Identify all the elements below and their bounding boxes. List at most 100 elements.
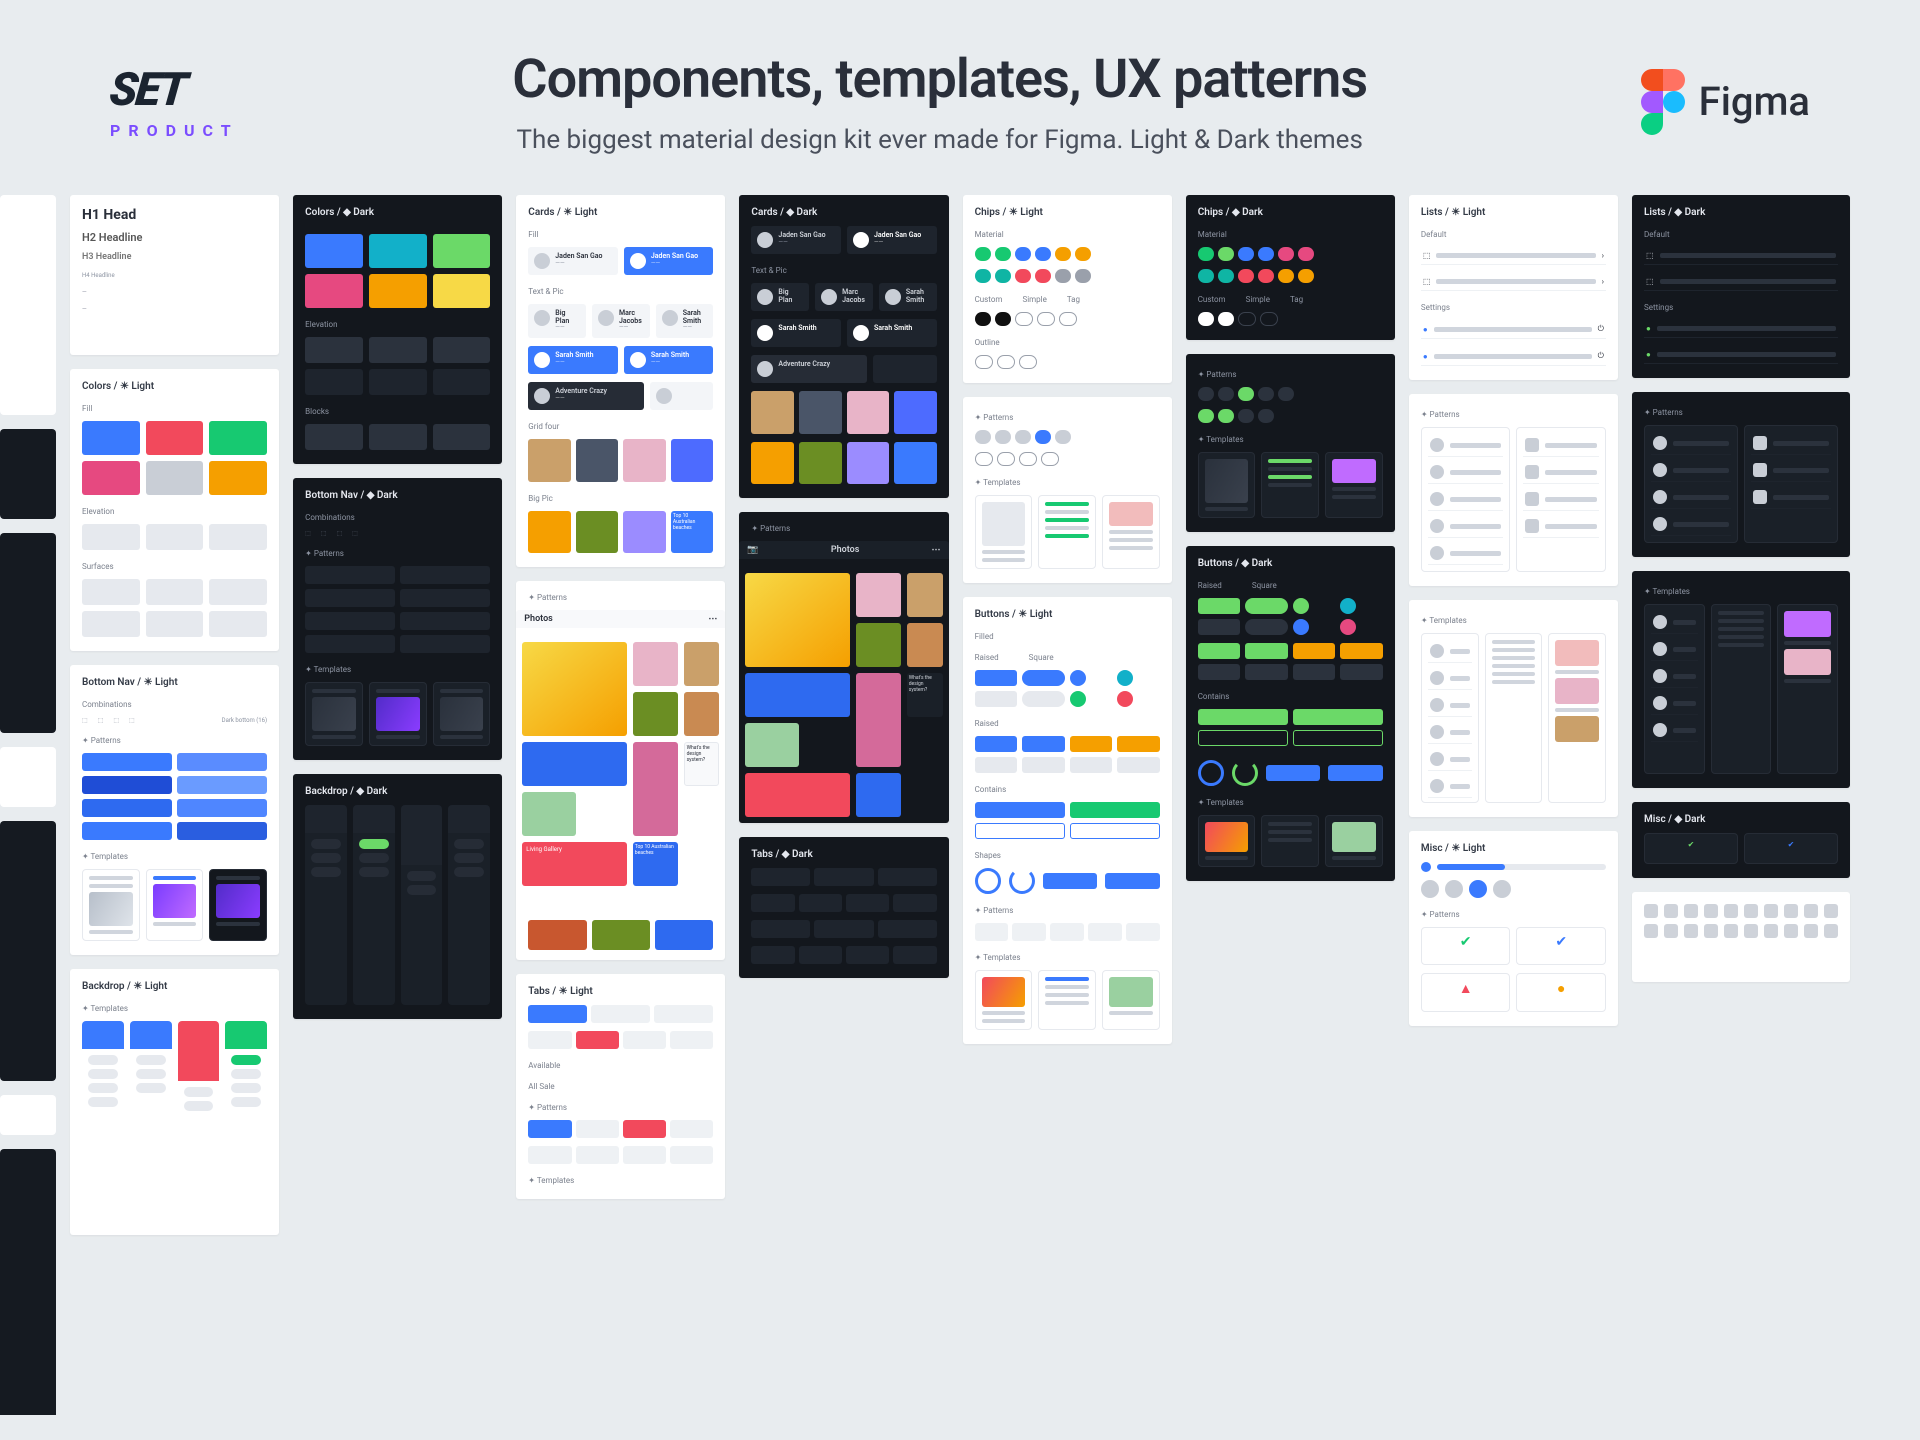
thumb[interactable] [528,511,571,554]
chip[interactable] [995,247,1011,261]
chip[interactable] [1278,247,1294,261]
button[interactable] [975,823,1065,839]
button[interactable] [1070,802,1160,818]
photo-tile[interactable] [745,723,799,767]
photo-tile[interactable] [745,773,850,817]
tab[interactable] [846,894,889,912]
chip[interactable] [1258,409,1274,423]
template-card[interactable] [146,869,204,941]
chip[interactable] [1218,269,1234,283]
chip[interactable] [1238,387,1254,401]
tab[interactable] [878,920,937,938]
chip[interactable] [1055,247,1071,261]
list-item[interactable]: ⬚› [1421,273,1606,291]
chip[interactable] [1238,312,1256,326]
tab[interactable] [670,1146,713,1164]
chip[interactable] [1055,269,1071,283]
button[interactable] [1245,643,1288,659]
button[interactable] [1198,619,1241,635]
collection-tile[interactable] [528,920,586,950]
seg[interactable] [1050,923,1084,941]
card[interactable]: Sarah Smith—— [656,304,714,338]
chip[interactable] [975,269,991,283]
tab[interactable] [528,1146,571,1164]
photo-tile[interactable] [745,673,850,717]
tab[interactable] [751,920,810,938]
card[interactable]: Sarah Smith [751,319,841,347]
seg[interactable] [1012,923,1046,941]
fab-button[interactable] [1293,619,1309,635]
template-card[interactable] [305,682,363,746]
tab[interactable] [670,1120,713,1138]
dialog-card[interactable]: ✔ [1516,927,1606,965]
thumb[interactable] [623,511,666,554]
button[interactable] [1117,757,1160,773]
template-card[interactable] [1038,970,1096,1030]
seg[interactable] [1126,923,1160,941]
contacts-card[interactable] [1644,604,1705,774]
bottom-nav[interactable] [82,753,172,771]
chip[interactable] [995,312,1011,326]
chip[interactable] [997,355,1015,369]
chip[interactable] [1198,409,1214,423]
tab[interactable] [623,1146,666,1164]
list-card[interactable] [1516,427,1606,572]
tab[interactable] [814,868,873,886]
card[interactable]: Adventure Crazy—— [528,382,643,410]
feed-card[interactable] [1548,633,1606,803]
photo-tile[interactable] [633,642,678,686]
bottom-nav[interactable] [305,612,395,630]
thumb[interactable] [671,439,714,482]
chip[interactable] [995,269,1011,283]
photo-tile[interactable]: Living Gallery [522,842,627,886]
thumb[interactable] [799,391,842,434]
chip[interactable] [1015,430,1031,444]
tab[interactable] [893,946,936,964]
template-card[interactable] [1102,970,1160,1030]
chip[interactable] [1238,409,1254,423]
button[interactable] [1328,765,1383,781]
button[interactable] [975,757,1018,773]
chip[interactable] [1035,269,1051,283]
tab[interactable] [878,868,937,886]
template-card[interactable] [1198,452,1256,518]
tab[interactable] [654,1005,713,1023]
chip[interactable] [1019,452,1037,466]
card[interactable]: Jaden San Gao—— [624,247,714,275]
chip[interactable] [1238,247,1254,261]
bottom-nav[interactable] [400,589,490,607]
thumb[interactable] [894,391,937,434]
bottom-nav[interactable] [305,589,395,607]
button[interactable] [1293,643,1336,659]
thumb[interactable] [623,439,666,482]
bottom-nav[interactable] [82,822,172,840]
photo-tile[interactable] [907,623,943,667]
button[interactable] [1198,598,1241,614]
tab[interactable] [528,1005,587,1023]
chip[interactable] [1278,269,1294,283]
button[interactable] [1245,664,1288,680]
bottom-nav[interactable] [305,635,395,653]
chip[interactable] [1035,430,1051,444]
chip[interactable] [1015,312,1033,326]
template-card[interactable] [209,869,267,941]
button[interactable] [1070,757,1113,773]
button[interactable] [1245,598,1288,614]
fab-button[interactable] [1340,598,1356,614]
photo-tile[interactable] [684,642,720,686]
bottom-nav[interactable] [82,776,172,794]
fab-button[interactable] [1117,691,1133,707]
list-card[interactable] [1644,425,1738,543]
chip[interactable] [1198,247,1214,261]
chip[interactable] [1041,452,1059,466]
fab-button[interactable] [1070,670,1086,686]
card[interactable]: Jaden San Gao—— [847,226,937,254]
button[interactable] [1293,730,1383,746]
button[interactable] [975,736,1018,752]
card[interactable] [873,355,937,383]
button[interactable] [1105,873,1160,889]
button[interactable] [1070,823,1160,839]
photo-tile[interactable] [907,573,943,617]
contacts-card[interactable] [1421,633,1479,803]
template-card[interactable] [1325,815,1383,867]
